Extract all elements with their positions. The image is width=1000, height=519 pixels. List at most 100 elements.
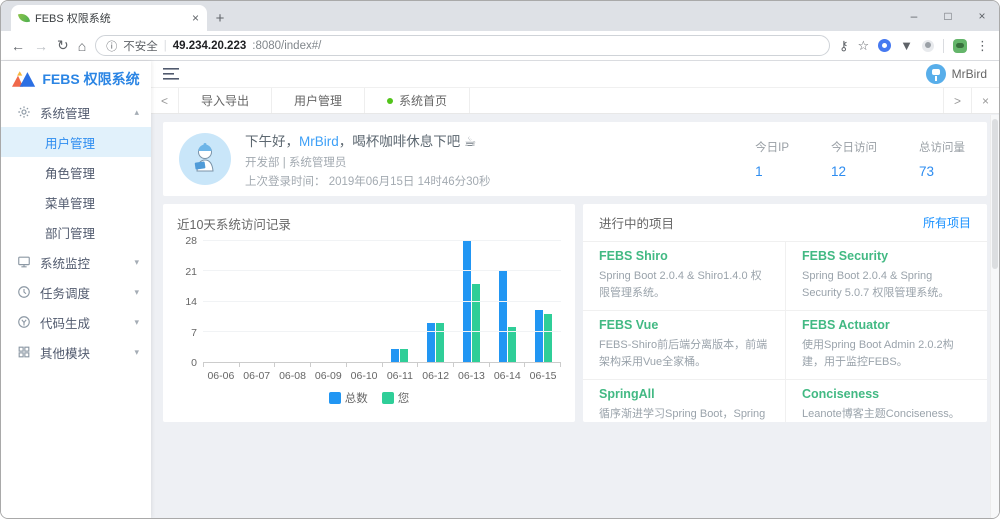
sidebar-item-user-management[interactable]: 用户管理 (1, 127, 151, 157)
chart-gridline (203, 240, 561, 241)
chevron-up-icon: ▴ (134, 106, 139, 117)
axis-tick (347, 363, 383, 367)
browser-tab-title: FEBS 权限系统 (35, 13, 111, 25)
x-axis-tick-label: 06-09 (314, 370, 342, 382)
x-axis-tick-label: 06-07 (243, 370, 271, 382)
page-tabbar: < 导入导出 用户管理 系统首页 > × (151, 87, 999, 114)
tabbar-spacer (470, 88, 943, 113)
toolbar-separator (943, 38, 944, 53)
project-name-link[interactable]: FEBS Vue (599, 318, 769, 332)
chevron-down-icon: ▾ (134, 286, 139, 297)
forward-icon[interactable]: → (34, 38, 48, 54)
legend-item-总数[interactable]: 总数 (328, 390, 368, 406)
chart-bar-您 (436, 323, 445, 362)
project-name-link[interactable]: Conciseness (802, 387, 971, 401)
project-desc: 使用Spring Boot Admin 2.0.2构建，用于监控FEBS。 (802, 339, 954, 368)
back-icon[interactable]: ← (11, 38, 25, 54)
browser-tab[interactable]: FEBS 权限系统 × (11, 5, 207, 31)
x-axis-tick-label: 06-13 (458, 370, 485, 382)
bookmark-star-icon[interactable]: ☆ (857, 38, 869, 54)
sidebar-item-label: 系统管理 (40, 106, 91, 121)
chart-category-slot (203, 241, 239, 362)
user-chip[interactable]: MrBird (925, 64, 987, 84)
browser-menu-icon[interactable]: ⋮ (976, 38, 989, 54)
main-header: MrBird (151, 61, 999, 87)
x-axis-tick-label: 06-15 (529, 370, 557, 382)
extension-frog-icon[interactable] (953, 38, 967, 53)
chart-legend: 总数 您 (177, 390, 561, 406)
all-projects-link[interactable]: 所有项目 (923, 214, 971, 231)
project-name-link[interactable]: FEBS Actuator (802, 318, 971, 332)
legend-label: 您 (397, 393, 410, 405)
page-scrollbar[interactable] (990, 115, 999, 518)
axis-tick (311, 363, 347, 367)
chart-bar-总数 (462, 241, 471, 362)
profile-icon[interactable] (922, 39, 934, 52)
stat-value: 73 (919, 164, 935, 179)
stats-row: 今日IP 1 今日访问 12 总访问量 73 (755, 139, 965, 179)
tampermonkey-icon[interactable]: ▼ (900, 38, 913, 53)
tabs-close-button[interactable]: × (971, 88, 999, 113)
stat-value: 12 (831, 164, 847, 179)
chart-category-slot (489, 241, 525, 362)
legend-item-您[interactable]: 您 (381, 390, 410, 406)
sidebar-item-task-schedule[interactable]: 任务调度 ▾ (1, 277, 151, 307)
logo-mark-icon (12, 71, 36, 87)
chart-bar-总数 (427, 323, 436, 362)
chart-body: 0 7 14 21 28 (177, 235, 561, 369)
tabs-prev-button[interactable]: < (151, 88, 179, 113)
maximize-button[interactable]: □ (931, 9, 965, 23)
axis-tick (490, 363, 526, 367)
scrollbar-thumb[interactable] (992, 119, 998, 269)
project-name-link[interactable]: FEBS Security (802, 249, 971, 263)
extension-blue-icon[interactable] (878, 39, 892, 52)
minimize-button[interactable]: – (897, 9, 931, 23)
project-cell: Conciseness Leanote博客主题Conciseness。 (785, 380, 987, 422)
sidebar-item-system-management[interactable]: 系统管理 ▴ (1, 97, 151, 127)
key-icon[interactable]: ⚷ (839, 38, 849, 54)
project-desc: Leanote博客主题Conciseness。 (802, 408, 960, 420)
project-name-link[interactable]: FEBS Shiro (599, 249, 769, 263)
welcome-info: 下午好，MrBird，喝杯咖啡休息下吧 ☕ 开发部 | 系统管理员 上次登录时间… (245, 130, 755, 189)
tab-import-export[interactable]: 导入导出 (179, 88, 273, 113)
tab-close-icon[interactable]: × (192, 11, 199, 25)
chart-bar-总数 (534, 310, 543, 362)
sidebar-item-other-modules[interactable]: 其他模块 ▾ (1, 337, 151, 367)
reload-icon[interactable]: ↻ (57, 37, 69, 54)
projects-header: 进行中的项目 所有项目 (583, 204, 987, 242)
tab-system-home[interactable]: 系统首页 (365, 88, 471, 113)
browser-tabstrip: FEBS 权限系统 × + – □ × (1, 1, 999, 31)
last-login-value: 2019年06月15日 14时46分30秒 (328, 175, 491, 188)
new-tab-button[interactable]: + (207, 5, 233, 31)
sidebar-item-dept-management[interactable]: 部门管理 (1, 217, 151, 247)
axis-tick (203, 363, 240, 367)
home-icon[interactable]: ⌂ (78, 38, 86, 54)
sidebar-item-role-management[interactable]: 角色管理 (1, 157, 151, 187)
sidebar-item-code-generate[interactable]: 代码生成 ▾ (1, 307, 151, 337)
project-cell: FEBS Vue FEBS-Shiro前后端分离版本，前端架构采用Vue全家桶。 (583, 311, 785, 380)
stat-label: 今日IP (755, 142, 789, 154)
welcome-card: 下午好，MrBird，喝杯咖啡休息下吧 ☕ 开发部 | 系统管理员 上次登录时间… (163, 122, 987, 196)
close-button[interactable]: × (965, 9, 999, 23)
visits-chart-card: 近10天系统访问记录 0 7 14 21 28 06-06 06-07 06-08 06-09… (163, 204, 575, 422)
cartoon-person-laptop-icon (194, 143, 214, 172)
url-input[interactable]: ⓘ 不安全 | 49.234.20.223 :8080/index#/ (95, 35, 830, 56)
tabs-next-button[interactable]: > (943, 88, 971, 113)
x-axis-tick-label: 06-08 (279, 370, 306, 382)
chart-gridline (203, 270, 561, 272)
tab-user-management[interactable]: 用户管理 (272, 88, 366, 113)
axis-tick (525, 363, 562, 367)
app-shell: FEBS 权限系统 系统管理 ▴ 用户管理 角色管理 菜单管理 部门管理 系统监… (1, 61, 999, 518)
info-icon[interactable]: ⓘ (106, 38, 117, 54)
legend-swatch (328, 392, 341, 404)
axis-tick (383, 363, 419, 367)
project-desc: Spring Boot 2.0.4 & Shiro1.4.0 权限管理系统。 (599, 270, 762, 299)
collapse-menu-icon[interactable] (163, 68, 179, 80)
active-dot-icon (387, 97, 394, 104)
stat-label: 总访问量 (919, 142, 965, 154)
project-name-link[interactable]: SpringAll (599, 387, 769, 401)
sidebar-item-menu-management[interactable]: 菜单管理 (1, 187, 151, 217)
chart-bar-您 (543, 314, 552, 362)
sidebar-item-system-monitor[interactable]: 系统监控 ▾ (1, 247, 151, 277)
chart-gridline (203, 300, 561, 302)
